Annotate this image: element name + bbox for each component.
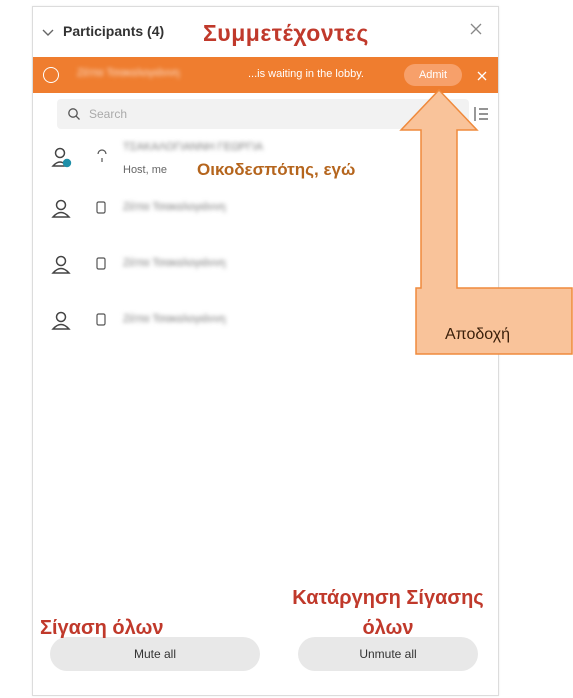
chevron-down-icon[interactable] [41, 25, 55, 39]
participant-name: ΤΣΑΚΑΛΟΓΙΑΝΝΗ ΓΕΩΡΓΙΑ [123, 141, 263, 153]
microphone-icon[interactable] [95, 148, 107, 164]
close-icon[interactable] [476, 69, 488, 81]
avatar-icon [51, 255, 71, 275]
lobby-icon [43, 67, 59, 83]
participant-role: Host, me [123, 164, 168, 176]
participant-name: Ζέττα Τσακαλογιάννη [123, 201, 226, 213]
search-icon [67, 107, 81, 121]
avatar-icon [51, 199, 71, 219]
phone-icon [95, 312, 107, 328]
avatar-icon [51, 311, 71, 331]
lobby-participant-name: Ζέττα Τσακαλογιάννη [77, 67, 180, 79]
admit-button[interactable]: Admit [404, 64, 462, 86]
participant-name: Ζέττα Τσακαλογιάννη [123, 257, 226, 269]
admit-arrow-annotation [394, 88, 573, 356]
annotation-host: Οικοδεσπότης, εγώ [197, 160, 356, 179]
avatar-icon [51, 147, 72, 168]
mute-all-button[interactable]: Mute all [50, 637, 260, 671]
participant-name: Ζέττα Τσακαλογιάννη [123, 313, 226, 325]
phone-icon [95, 256, 107, 272]
lobby-message: ...is waiting in the lobby. [248, 68, 364, 80]
close-icon[interactable] [468, 21, 484, 37]
phone-icon [95, 200, 107, 216]
annotation-unmute-all: Κατάργηση Σίγασης όλων [292, 587, 484, 639]
panel-title: Participants (4) [63, 23, 165, 39]
annotation-admit: Αποδοχή [445, 326, 511, 343]
annotation-title: Συμμετέχοντες [203, 20, 369, 46]
annotation-mute-all: Σίγαση όλων [40, 617, 164, 639]
